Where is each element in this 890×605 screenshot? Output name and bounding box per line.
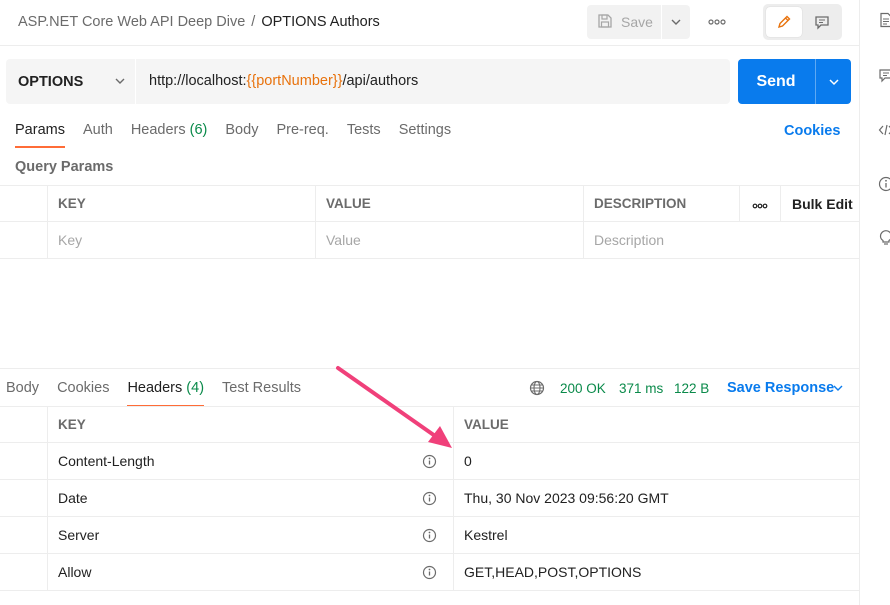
column-header-value: VALUE bbox=[453, 407, 859, 443]
param-key-input[interactable]: Key bbox=[47, 222, 315, 258]
tab-headers-count: (6) bbox=[189, 122, 208, 138]
comment-icon bbox=[815, 16, 829, 30]
column-header-key: KEY bbox=[47, 407, 453, 443]
tab-auth[interactable]: Auth bbox=[83, 122, 113, 148]
response-status[interactable]: 200 OK bbox=[560, 381, 606, 396]
table-header-row: KEY VALUE bbox=[0, 406, 859, 443]
cookies-link[interactable]: Cookies bbox=[784, 123, 840, 139]
save-response-button[interactable]: Save Response bbox=[727, 380, 834, 396]
table-row: Allow GET,HEAD,POST,OPTIONS bbox=[0, 554, 859, 591]
table-row: Date Thu, 30 Nov 2023 09:56:20 GMT bbox=[0, 480, 859, 517]
param-value-input[interactable]: Value bbox=[315, 222, 583, 258]
column-options-button[interactable] bbox=[739, 186, 780, 222]
breadcrumb-request-name[interactable]: OPTIONS Authors bbox=[261, 14, 379, 30]
comment-icon[interactable] bbox=[878, 67, 890, 83]
tab-response-headers-label: Headers bbox=[127, 380, 183, 396]
info-icon[interactable] bbox=[422, 491, 437, 506]
header-key: Date bbox=[47, 480, 453, 516]
chevron-down-icon bbox=[828, 78, 839, 85]
url-bar: OPTIONS http://localhost:{{portNumber}}/… bbox=[6, 59, 730, 104]
bulk-edit-button[interactable]: Bulk Edit bbox=[780, 186, 859, 222]
pencil-icon bbox=[777, 15, 791, 29]
url-suffix: /api/authors bbox=[342, 73, 419, 89]
send-options-button[interactable] bbox=[816, 59, 851, 104]
header-key: Allow bbox=[47, 554, 453, 590]
floppy-disk-icon bbox=[597, 13, 613, 32]
tab-response-headers-count: (4) bbox=[186, 380, 205, 396]
breadcrumb: ASP.NET Core Web API Deep Dive / OPTIONS A… bbox=[18, 14, 380, 30]
globe-icon[interactable] bbox=[529, 380, 545, 396]
url-prefix: http://localhost: bbox=[149, 73, 247, 89]
table-row: Key Value Description bbox=[0, 222, 859, 259]
query-params-label: Query Params bbox=[15, 159, 114, 175]
tab-prereq[interactable]: Pre-req. bbox=[276, 122, 328, 148]
save-label: Save bbox=[621, 14, 653, 30]
chevron-down-icon[interactable] bbox=[832, 382, 844, 394]
chevron-down-icon bbox=[671, 19, 681, 25]
response-tabs-bar: Body Cookies Headers (4) Test Results 20… bbox=[0, 368, 859, 407]
save-button[interactable]: Save bbox=[587, 5, 661, 39]
tab-response-cookies[interactable]: Cookies bbox=[57, 380, 109, 396]
info-icon[interactable] bbox=[422, 565, 437, 580]
table-row: Server Kestrel bbox=[0, 517, 859, 554]
column-header-key: KEY bbox=[47, 186, 315, 222]
more-horizontal-icon bbox=[752, 203, 768, 209]
header-value: GET,HEAD,POST,OPTIONS bbox=[453, 554, 859, 590]
lightbulb-icon[interactable] bbox=[878, 230, 890, 246]
info-icon[interactable] bbox=[422, 454, 437, 469]
code-icon[interactable] bbox=[878, 122, 890, 138]
save-options-button[interactable] bbox=[662, 5, 690, 39]
more-actions-button[interactable] bbox=[704, 10, 730, 34]
breadcrumb-collection[interactable]: ASP.NET Core Web API Deep Dive bbox=[18, 14, 245, 30]
http-method-value: OPTIONS bbox=[18, 73, 84, 90]
request-header: ASP.NET Core Web API Deep Dive / OPTIONS A… bbox=[0, 0, 859, 46]
response-headers-table: KEY VALUE Content-Length 0 Date Thu, 30 … bbox=[0, 406, 859, 591]
breadcrumb-separator: / bbox=[251, 14, 256, 30]
tab-headers-label: Headers bbox=[130, 122, 186, 138]
url-input[interactable]: http://localhost:{{portNumber}}/api/auth… bbox=[149, 59, 418, 104]
info-icon[interactable] bbox=[422, 528, 437, 543]
column-header-value: VALUE bbox=[315, 186, 583, 222]
column-header-description: DESCRIPTION bbox=[583, 186, 739, 222]
query-params-table: KEY VALUE DESCRIPTION Bulk Edit Key Valu… bbox=[0, 185, 859, 259]
header-key: Content-Length bbox=[47, 443, 453, 479]
edit-mode-button[interactable] bbox=[766, 7, 802, 37]
view-mode-toggle bbox=[763, 4, 842, 40]
http-method-select[interactable]: OPTIONS bbox=[6, 59, 136, 104]
table-header-row: KEY VALUE DESCRIPTION Bulk Edit bbox=[0, 185, 859, 222]
right-sidebar bbox=[859, 0, 890, 605]
chevron-down-icon bbox=[115, 78, 125, 84]
response-tabs: Body Cookies Headers (4) Test Results bbox=[6, 380, 319, 407]
tab-headers[interactable]: Headers (6) bbox=[131, 122, 208, 148]
tab-test-results[interactable]: Test Results bbox=[222, 380, 301, 396]
tab-body[interactable]: Body bbox=[225, 122, 258, 148]
param-description-input[interactable]: Description bbox=[583, 222, 859, 258]
url-variable: {{portNumber}} bbox=[246, 73, 343, 89]
comments-mode-button[interactable] bbox=[805, 7, 839, 37]
tab-tests[interactable]: Tests bbox=[347, 122, 381, 148]
header-value: Thu, 30 Nov 2023 09:56:20 GMT bbox=[453, 480, 859, 516]
tab-params[interactable]: Params bbox=[15, 122, 65, 148]
more-horizontal-icon bbox=[708, 19, 726, 25]
response-time[interactable]: 371 ms bbox=[619, 381, 663, 396]
request-workspace: ASP.NET Core Web API Deep Dive / OPTIONS A… bbox=[0, 0, 859, 605]
request-tabs: Params Auth Headers (6) Body Pre-req. Te… bbox=[15, 122, 469, 148]
header-value: 0 bbox=[453, 443, 859, 479]
send-button-group: Send bbox=[738, 59, 851, 104]
response-size[interactable]: 122 B bbox=[674, 381, 709, 396]
tab-response-body[interactable]: Body bbox=[6, 380, 39, 396]
send-button[interactable]: Send bbox=[738, 59, 814, 104]
documentation-icon[interactable] bbox=[878, 12, 890, 28]
info-icon[interactable] bbox=[878, 176, 890, 192]
tab-response-headers[interactable]: Headers (4) bbox=[127, 380, 205, 407]
table-row: Content-Length 0 bbox=[0, 443, 859, 480]
tab-settings[interactable]: Settings bbox=[399, 122, 451, 148]
header-value: Kestrel bbox=[453, 517, 859, 553]
header-key: Server bbox=[47, 517, 453, 553]
